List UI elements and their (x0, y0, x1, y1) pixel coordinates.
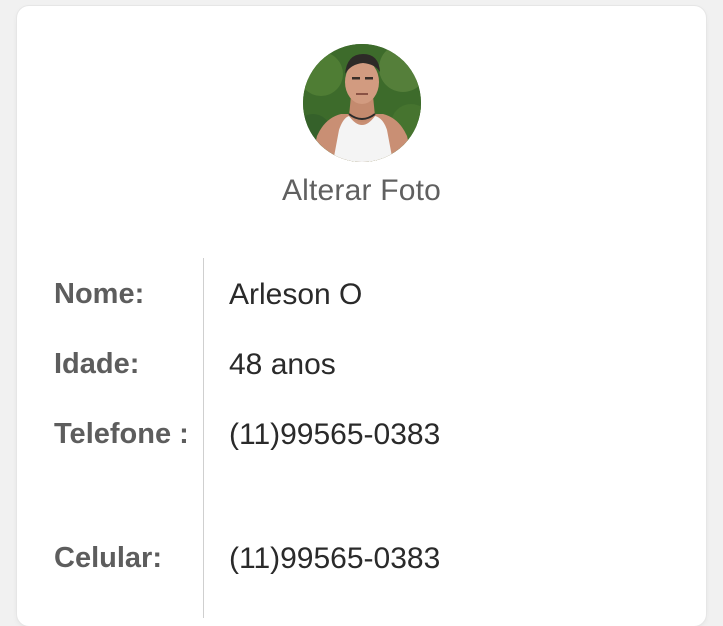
profile-card: Alterar Foto Nome: Arleson O Idade: 48 a… (17, 6, 706, 626)
age-value: 48 anos (229, 348, 336, 381)
profile-avatar[interactable] (303, 44, 421, 162)
column-divider (203, 258, 204, 618)
mobile-value: (11)99565-0383 (229, 542, 441, 575)
name-label: Nome: (54, 278, 145, 310)
avatar-photo (303, 44, 421, 162)
mobile-label: Celular: (54, 542, 162, 574)
name-value: Arleson O (229, 278, 363, 311)
phone-label: Telefone : (54, 418, 189, 450)
age-label: Idade: (54, 348, 140, 380)
phone-value: (11)99565-0383 (229, 418, 441, 451)
change-photo-link[interactable]: Alterar Foto (17, 174, 706, 208)
